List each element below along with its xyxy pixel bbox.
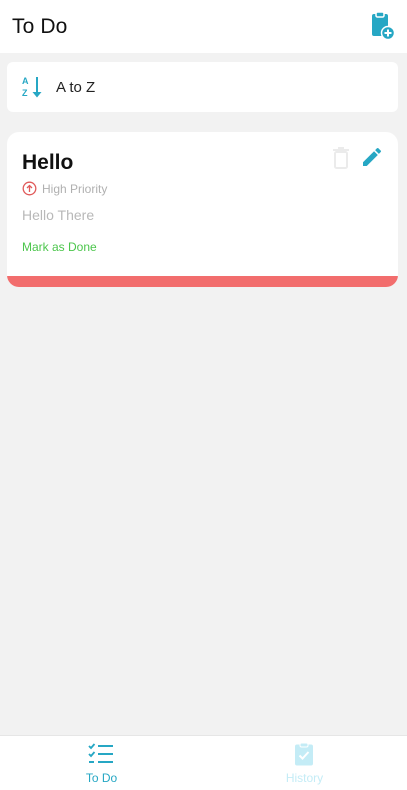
svg-text:A: A [22, 76, 29, 86]
edit-button[interactable] [360, 145, 384, 169]
checklist-icon [88, 743, 113, 763]
svg-text:Z: Z [22, 88, 28, 98]
delete-button[interactable] [330, 146, 352, 170]
sort-alpha-icon: A Z [22, 76, 42, 98]
arrow-up-circle-icon [22, 181, 37, 196]
nav-tab-history[interactable]: History [203, 736, 406, 790]
task-card: Hello High Priority Hello There Mark as … [7, 132, 398, 287]
priority-color-bar [7, 276, 398, 287]
mark-as-done-button[interactable]: Mark as Done [22, 240, 97, 254]
app-header: To Do [0, 0, 407, 53]
sort-label: A to Z [56, 79, 96, 96]
clipboard-check-icon [295, 742, 313, 766]
page-title: To Do [12, 15, 68, 38]
sort-selector[interactable]: A Z A to Z [7, 62, 398, 112]
clipboard-add-icon [372, 11, 396, 41]
priority-label: High Priority [42, 182, 108, 196]
nav-label-todo: To Do [85, 771, 118, 785]
bottom-navigation: To Do History [0, 735, 407, 790]
trash-icon [333, 147, 349, 169]
add-task-button[interactable] [366, 11, 396, 41]
pencil-icon [363, 147, 382, 166]
nav-tab-todo[interactable]: To Do [0, 736, 203, 790]
task-description: Hello There [22, 207, 95, 223]
nav-label-history: History [285, 771, 324, 785]
task-title: Hello [22, 151, 74, 174]
